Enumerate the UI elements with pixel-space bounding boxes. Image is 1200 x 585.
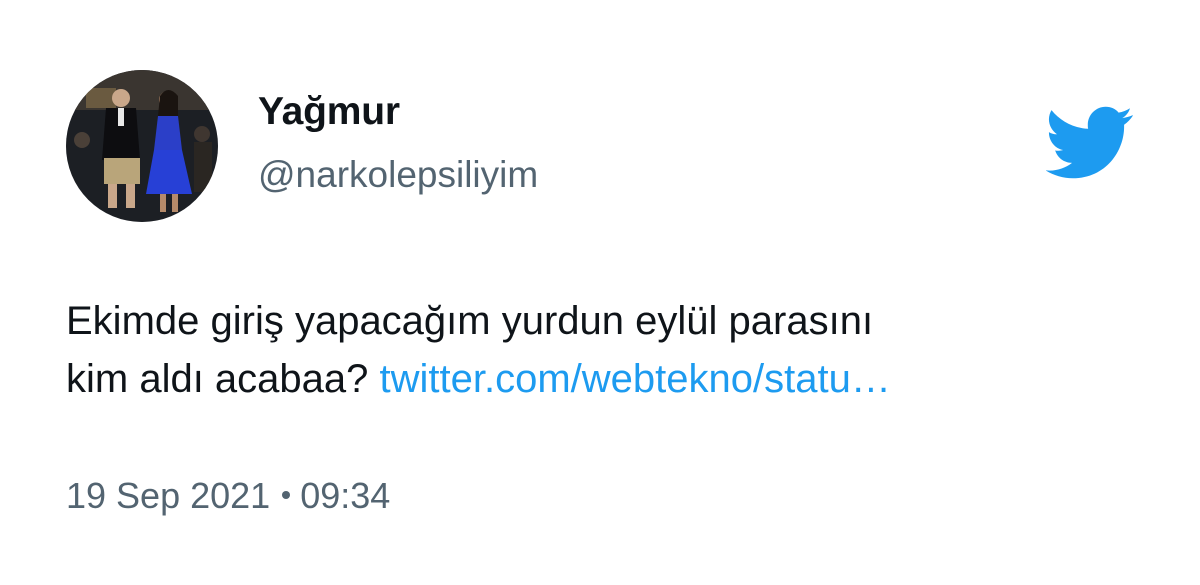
author-name[interactable]: Yağmur <box>258 92 400 131</box>
avatar[interactable] <box>66 70 218 222</box>
tweet-date: 19 Sep 2021 <box>66 475 271 516</box>
tweet-time: 09:34 <box>300 475 391 516</box>
tweet-card: Yağmur @narkolepsiliyim Ekimde giriş yap… <box>0 0 1200 585</box>
twitter-bird-icon <box>1045 106 1134 182</box>
separator-dot-icon <box>282 491 291 500</box>
tweet-text-line-2: kim aldı acabaa? twitter.com/webtekno/st… <box>66 350 1146 408</box>
tweet-text: Ekimde giriş yapacağım yurdun eylül para… <box>66 292 1146 408</box>
author-handle[interactable]: @narkolepsiliyim <box>258 156 538 193</box>
tweet-text-question: kim aldı acabaa? <box>66 357 369 401</box>
tweet-timestamp[interactable]: 19 Sep 2021 09:34 <box>66 478 390 514</box>
tweet-text-line-1: Ekimde giriş yapacağım yurdun eylül para… <box>66 299 874 343</box>
avatar-photo <box>66 70 218 222</box>
tweet-link[interactable]: twitter.com/webtekno/statu… <box>380 357 891 401</box>
